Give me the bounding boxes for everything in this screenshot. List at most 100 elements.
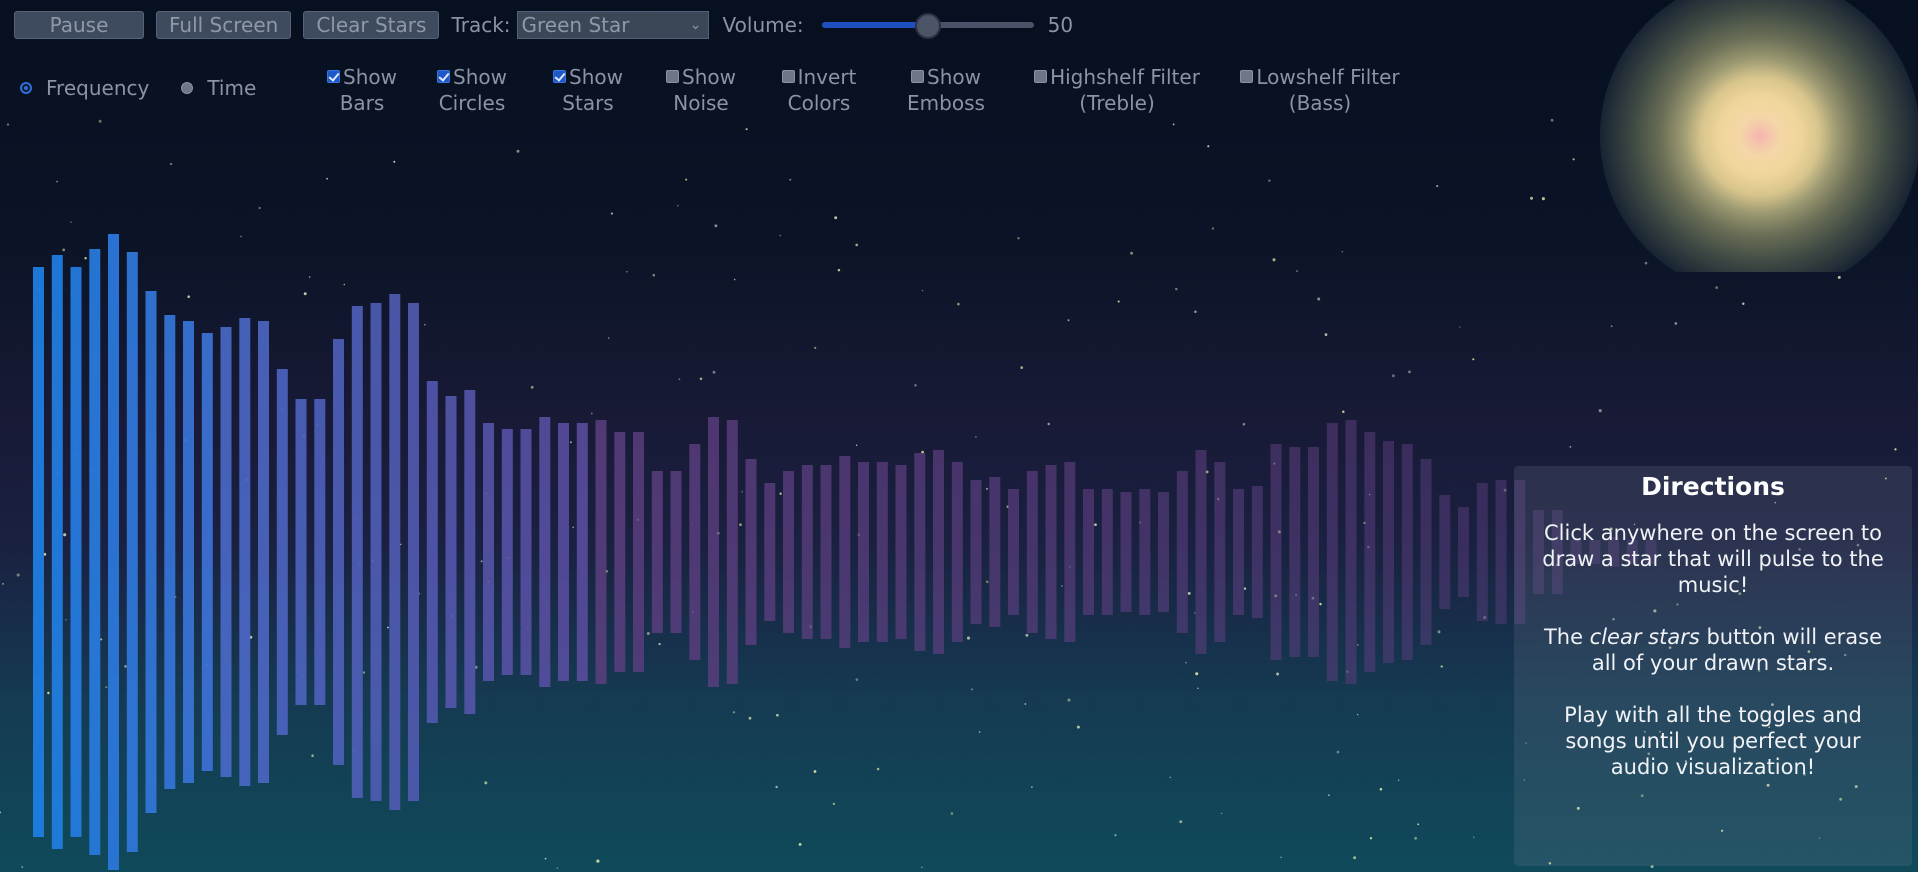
frequency-bar xyxy=(933,450,944,654)
frequency-bar xyxy=(1401,444,1413,660)
highshelf-filter-toggle[interactable]: Highshelf Filter (Treble) xyxy=(1032,64,1202,116)
show-emboss-toggle[interactable]: Show Emboss xyxy=(898,64,994,116)
frequency-bar xyxy=(820,465,832,639)
frequency-bar xyxy=(1120,492,1132,612)
show-emboss-checkbox[interactable] xyxy=(911,70,925,83)
volume-slider-thumb[interactable] xyxy=(914,13,941,39)
frequency-bar xyxy=(1233,489,1244,615)
show-circles-label-1: Show xyxy=(453,65,507,89)
frequency-bar xyxy=(1045,465,1057,639)
frequency-bar xyxy=(220,327,232,777)
directions-text-1: Click anywhere on the screen to draw a s… xyxy=(1542,521,1884,597)
show-stars-label-2: Stars xyxy=(562,91,614,115)
frequency-bar xyxy=(633,432,644,672)
show-emboss-label-2: Emboss xyxy=(907,91,985,115)
frequency-bar xyxy=(1214,462,1226,642)
show-noise-toggle[interactable]: Show Noise xyxy=(661,64,741,116)
track-select[interactable]: Green Star ⌄ xyxy=(516,11,709,39)
frequency-bar xyxy=(708,417,719,687)
frequency-bar xyxy=(1383,441,1394,663)
time-radio-label[interactable]: Time xyxy=(207,76,256,100)
show-stars-toggle[interactable]: Show Stars xyxy=(548,64,628,116)
time-radio[interactable] xyxy=(181,82,194,94)
frequency-bar xyxy=(576,423,588,681)
frequency-bar xyxy=(764,483,776,621)
lowshelf-filter-toggle[interactable]: Lowshelf Filter (Bass) xyxy=(1236,64,1404,116)
frequency-radio[interactable] xyxy=(20,82,32,94)
frequency-bar xyxy=(33,267,44,837)
show-bars-label-2: Bars xyxy=(339,91,385,115)
frequency-bar xyxy=(989,477,1001,627)
frequency-bar xyxy=(745,459,757,645)
frequency-bar xyxy=(1083,489,1094,615)
frequency-bar xyxy=(1345,420,1357,684)
frequency-bar xyxy=(520,429,532,675)
frequency-bar xyxy=(614,432,626,672)
frequency-bar xyxy=(164,315,176,789)
frequency-bar xyxy=(726,420,738,684)
show-circles-checkbox[interactable] xyxy=(437,70,451,83)
frequency-bar xyxy=(1251,486,1263,618)
frequency-bar xyxy=(70,267,82,837)
clear-stars-button[interactable]: Clear Stars xyxy=(303,11,440,39)
frequency-bar xyxy=(1458,507,1469,597)
invert-colors-checkbox[interactable] xyxy=(781,70,795,83)
directions-text-2: The clear stars button will erase all of… xyxy=(1543,625,1883,675)
directions-text-3: Play with all the toggles and songs unti… xyxy=(1564,703,1862,779)
full-screen-button[interactable]: Full Screen xyxy=(156,11,292,39)
show-circles-toggle[interactable]: Show Circles xyxy=(432,64,512,116)
frequency-bar xyxy=(1289,447,1301,657)
show-stars-checkbox[interactable] xyxy=(553,70,567,83)
frequency-bar xyxy=(1439,495,1451,609)
frequency-bar xyxy=(558,423,569,681)
show-noise-label-1: Show xyxy=(682,65,736,89)
frequency-bar xyxy=(408,303,419,801)
show-emboss-label-1: Show xyxy=(927,65,981,89)
frequency-bar xyxy=(1139,489,1151,615)
invert-colors-label-1: Invert xyxy=(797,65,857,89)
show-noise-label-2: Noise xyxy=(673,91,729,115)
clear-stars-emphasis: clear stars xyxy=(1589,625,1700,649)
frequency-bar xyxy=(51,255,63,849)
volume-slider-fill xyxy=(821,22,928,28)
frequency-bar xyxy=(276,369,288,735)
lowshelf-filter-checkbox[interactable] xyxy=(1240,70,1254,83)
frequency-bar xyxy=(333,339,344,765)
invert-colors-toggle[interactable]: Invert Colors xyxy=(776,64,862,116)
frequency-bar xyxy=(970,480,982,624)
frequency-bar xyxy=(539,417,551,687)
frequency-bar xyxy=(1064,462,1076,642)
frequency-bar xyxy=(1101,489,1113,615)
frequency-bar xyxy=(689,444,701,660)
lowshelf-filter-label-2: (Bass) xyxy=(1288,91,1352,115)
show-bars-label-1: Show xyxy=(343,65,397,89)
show-noise-checkbox[interactable] xyxy=(666,70,680,83)
frequency-bar xyxy=(1195,450,1207,654)
show-stars-label-1: Show xyxy=(569,65,623,89)
frequency-bar xyxy=(108,234,119,870)
frequency-bar xyxy=(839,456,851,648)
frequency-radio-label[interactable]: Frequency xyxy=(46,76,149,100)
highshelf-filter-checkbox[interactable] xyxy=(1034,70,1048,83)
frequency-bar xyxy=(801,465,813,639)
volume-slider[interactable] xyxy=(821,11,1034,39)
highshelf-filter-label-1: Highshelf Filter xyxy=(1050,65,1200,89)
frequency-bar xyxy=(1176,471,1188,633)
frequency-bar xyxy=(201,333,213,771)
frequency-bar xyxy=(951,462,963,642)
pause-button[interactable]: Pause xyxy=(14,11,144,39)
show-circles-label-2: Circles xyxy=(438,91,506,115)
frequency-bar xyxy=(295,399,307,705)
frequency-bar xyxy=(1476,483,1488,621)
frequency-bar xyxy=(1308,447,1319,657)
frequency-bar xyxy=(183,321,194,783)
show-bars-toggle[interactable]: Show Bars xyxy=(322,64,402,116)
frequency-bar xyxy=(1364,432,1376,672)
track-select-value: Green Star xyxy=(521,13,630,37)
frequency-bar xyxy=(351,306,363,798)
frequency-bar xyxy=(483,423,494,681)
frequency-bar xyxy=(670,471,682,633)
frequency-bar xyxy=(1158,492,1169,612)
track-label: Track: xyxy=(451,13,511,37)
show-bars-checkbox[interactable] xyxy=(327,70,341,83)
